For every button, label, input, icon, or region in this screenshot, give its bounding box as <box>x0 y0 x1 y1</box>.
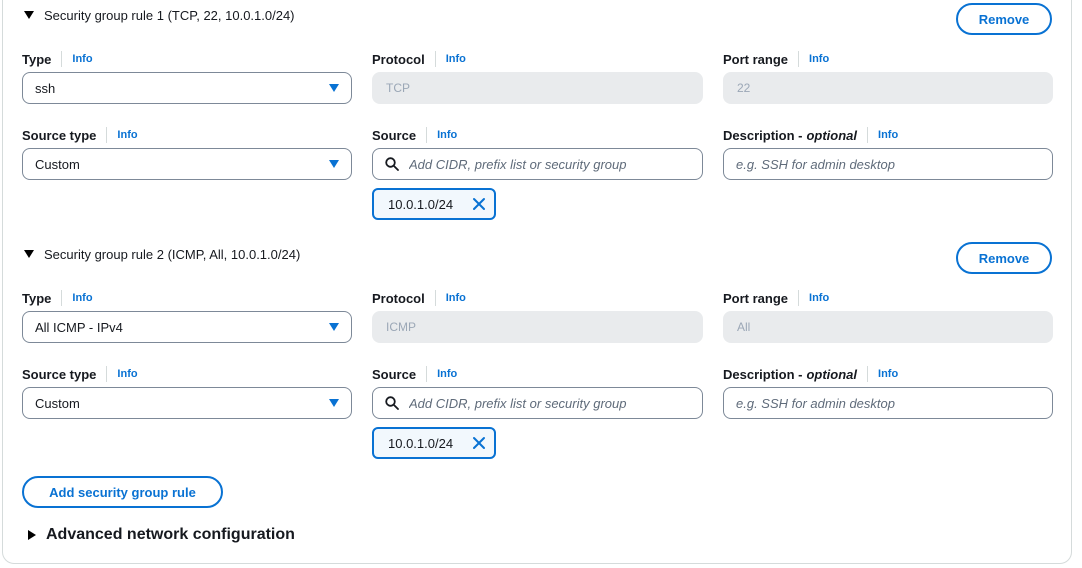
source-label-text: Source <box>372 366 417 382</box>
type-select[interactable]: All ICMP - IPv4 <box>22 311 352 343</box>
divider <box>867 366 869 382</box>
info-link[interactable]: Info <box>878 368 898 380</box>
info-link[interactable]: Info <box>878 129 898 141</box>
description-label-text: Description - <box>723 366 803 382</box>
description-label-text: Description - <box>723 127 803 143</box>
port-range-value: 22 <box>737 81 751 95</box>
description-label: Description - optional Info <box>723 126 898 144</box>
advanced-network-configuration-toggle[interactable]: Advanced network configuration <box>28 526 295 544</box>
divider <box>426 366 428 382</box>
source-label: Source Info <box>372 126 457 144</box>
description-input[interactable] <box>736 395 1040 411</box>
description-field[interactable] <box>723 387 1053 419</box>
rule-1-title: Security group rule 1 (TCP, 22, 10.0.1.0… <box>44 8 295 23</box>
divider <box>798 51 800 67</box>
port-range-label-text: Port range <box>723 290 789 306</box>
optional-marker: optional <box>806 127 858 143</box>
port-range-label: Port range Info <box>723 50 829 68</box>
source-label-text: Source <box>372 127 417 143</box>
protocol-label-text: Protocol <box>372 290 425 306</box>
type-label: Type Info <box>22 50 93 68</box>
divider <box>106 366 108 382</box>
source-type-select[interactable]: Custom <box>22 148 352 180</box>
divider <box>61 290 63 306</box>
protocol-field: ICMP <box>372 311 703 343</box>
info-link[interactable]: Info <box>117 368 137 380</box>
triangle-down-icon <box>329 160 339 168</box>
caret-right-icon <box>28 530 36 540</box>
source-token: 10.0.1.0/24 <box>372 427 496 459</box>
info-link[interactable]: Info <box>809 292 829 304</box>
info-link[interactable]: Info <box>437 368 457 380</box>
description-label: Description - optional Info <box>723 365 898 383</box>
close-icon[interactable] <box>472 197 486 211</box>
info-link[interactable]: Info <box>72 53 92 65</box>
info-link[interactable]: Info <box>446 292 466 304</box>
source-type-value: Custom <box>35 395 80 411</box>
source-input[interactable] <box>409 395 690 411</box>
add-security-group-rule-button[interactable]: Add security group rule <box>22 476 223 508</box>
protocol-label-text: Protocol <box>372 51 425 67</box>
triangle-down-icon <box>329 84 339 92</box>
caret-down-icon <box>24 10 34 19</box>
source-label: Source Info <box>372 365 457 383</box>
divider <box>426 127 428 143</box>
divider <box>61 51 63 67</box>
divider <box>106 127 108 143</box>
protocol-value: TCP <box>386 81 410 95</box>
source-token-label: 10.0.1.0/24 <box>388 196 454 212</box>
rule-2-title: Security group rule 2 (ICMP, All, 10.0.1… <box>44 247 301 262</box>
divider <box>798 290 800 306</box>
source-type-value: Custom <box>35 156 80 172</box>
source-type-label: Source type Info <box>22 365 138 383</box>
info-link[interactable]: Info <box>809 53 829 65</box>
type-select-value: All ICMP - IPv4 <box>35 319 123 335</box>
close-icon[interactable] <box>472 436 486 450</box>
remove-rule-2-button[interactable]: Remove <box>956 242 1052 274</box>
port-range-field: All <box>723 311 1053 343</box>
source-search-field[interactable] <box>372 148 703 180</box>
port-range-label-text: Port range <box>723 51 789 67</box>
divider <box>434 51 436 67</box>
remove-rule-1-button[interactable]: Remove <box>956 3 1052 35</box>
type-label-text: Type <box>22 290 52 306</box>
source-token: 10.0.1.0/24 <box>372 188 496 220</box>
caret-down-icon <box>24 249 34 258</box>
protocol-value: ICMP <box>386 320 416 334</box>
type-select[interactable]: ssh <box>22 72 352 104</box>
source-input[interactable] <box>409 156 690 172</box>
rule-1-header[interactable]: Security group rule 1 (TCP, 22, 10.0.1.0… <box>24 8 295 23</box>
search-icon <box>385 396 399 410</box>
source-token-label: 10.0.1.0/24 <box>388 435 454 451</box>
divider <box>867 127 869 143</box>
info-link[interactable]: Info <box>446 53 466 65</box>
type-select-value: ssh <box>35 80 56 96</box>
info-link[interactable]: Info <box>437 129 457 141</box>
protocol-label: Protocol Info <box>372 50 466 68</box>
source-type-label: Source type Info <box>22 126 138 144</box>
protocol-field: TCP <box>372 72 703 104</box>
port-range-field: 22 <box>723 72 1053 104</box>
type-label: Type Info <box>22 289 93 307</box>
port-range-label: Port range Info <box>723 289 829 307</box>
source-type-label-text: Source type <box>22 366 97 382</box>
advanced-network-configuration-title: Advanced network configuration <box>46 526 295 543</box>
port-range-value: All <box>737 320 751 334</box>
info-link[interactable]: Info <box>117 129 137 141</box>
rule-2-header[interactable]: Security group rule 2 (ICMP, All, 10.0.1… <box>24 247 300 262</box>
description-field[interactable] <box>723 148 1053 180</box>
info-link[interactable]: Info <box>72 292 92 304</box>
triangle-down-icon <box>329 323 339 331</box>
source-search-field[interactable] <box>372 387 703 419</box>
source-type-label-text: Source type <box>22 127 97 143</box>
description-input[interactable] <box>736 156 1040 172</box>
protocol-label: Protocol Info <box>372 289 466 307</box>
source-type-select[interactable]: Custom <box>22 387 352 419</box>
optional-marker: optional <box>806 366 858 382</box>
search-icon <box>385 157 399 171</box>
triangle-down-icon <box>329 399 339 407</box>
divider <box>434 290 436 306</box>
type-label-text: Type <box>22 51 52 67</box>
